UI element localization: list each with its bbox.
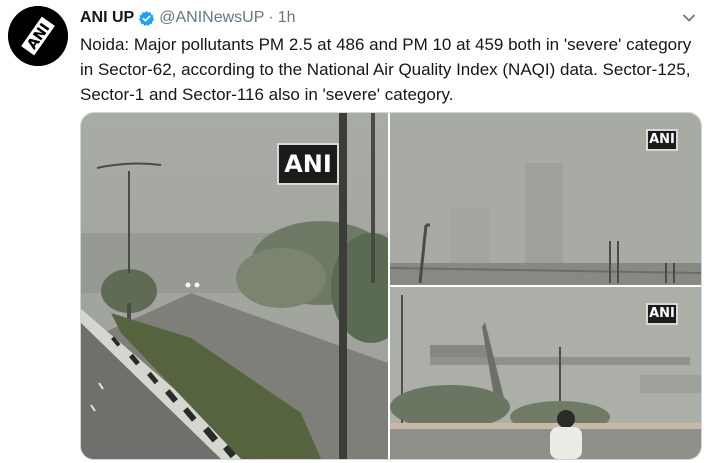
ani-watermark: ANI bbox=[277, 143, 339, 185]
chevron-down-icon[interactable] bbox=[681, 10, 697, 26]
media-grid: ANI ANI ANI bbox=[80, 112, 702, 460]
timestamp[interactable]: 1h bbox=[278, 9, 296, 27]
verified-badge-icon bbox=[138, 10, 155, 27]
ani-watermark: ANI bbox=[646, 303, 678, 325]
author-handle[interactable]: @ANINewsUP bbox=[159, 9, 264, 27]
author-name[interactable]: ANI UP bbox=[80, 9, 134, 27]
tweet-text: Noida: Major pollutants PM 2.5 at 486 an… bbox=[80, 35, 692, 104]
separator-dot: · bbox=[268, 9, 274, 26]
photo-metro[interactable]: ANI bbox=[390, 287, 701, 459]
ani-watermark: ANI bbox=[646, 129, 678, 151]
avatar[interactable]: ANI bbox=[8, 6, 68, 66]
photo-highway[interactable]: ANI bbox=[81, 113, 388, 459]
tweet-header: ANI UP @ANINewsUP · 1h bbox=[80, 8, 296, 28]
ani-logo: ANI bbox=[8, 6, 68, 66]
photo-buildings[interactable]: ANI bbox=[390, 113, 701, 285]
